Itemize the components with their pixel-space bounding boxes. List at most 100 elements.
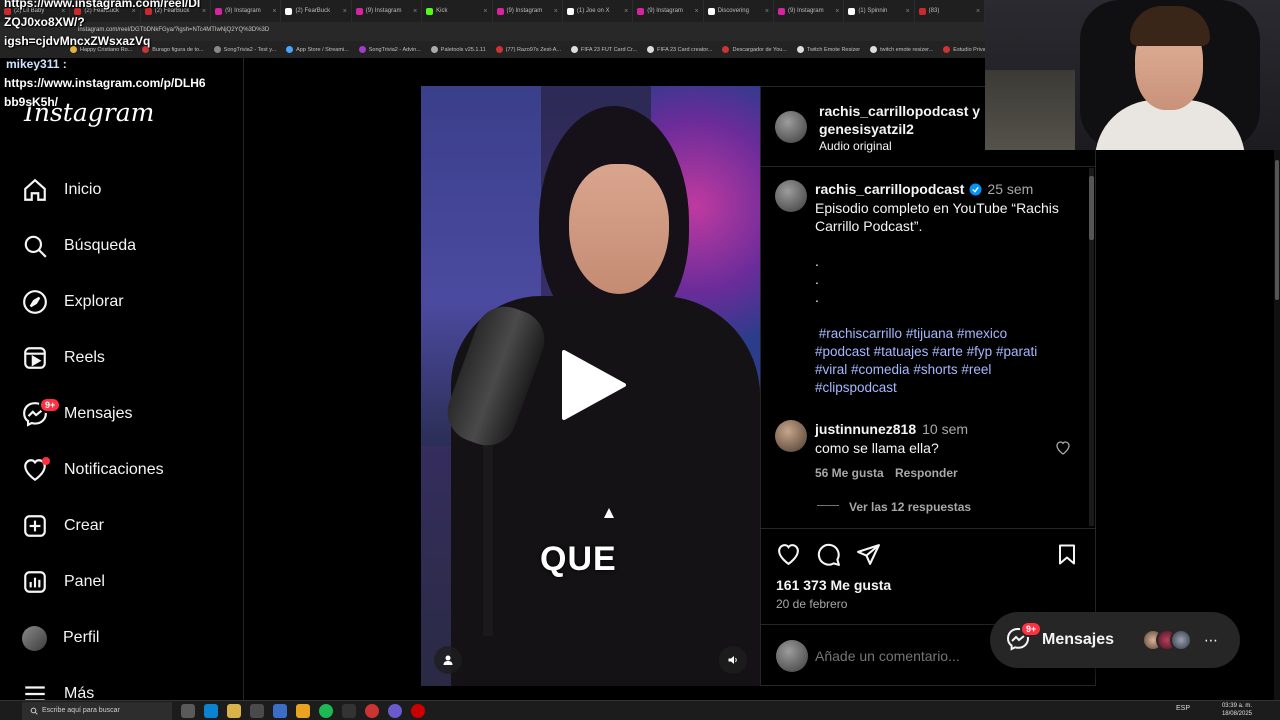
play-icon[interactable] bbox=[560, 350, 626, 420]
hashtag[interactable]: #rachiscarrillo bbox=[819, 326, 902, 341]
hashtag[interactable]: #tijuana bbox=[906, 326, 953, 341]
caption-author[interactable]: rachis_carrillopodcast bbox=[815, 181, 964, 197]
browser-tab[interactable]: (83) × bbox=[915, 0, 985, 22]
sidebar-item-mensajes[interactable]: 9+ Mensajes bbox=[22, 396, 222, 432]
task-view-icon[interactable] bbox=[181, 703, 195, 718]
author-avatar[interactable] bbox=[775, 180, 807, 212]
hashtag[interactable]: #parati bbox=[996, 344, 1037, 359]
hashtag[interactable]: #clipspodcast bbox=[815, 380, 897, 395]
browser-tab[interactable]: (9) Instagram × bbox=[211, 0, 282, 22]
bookmark[interactable]: FIFA 23 FUT Card Cr... bbox=[570, 46, 637, 53]
comment-like-icon[interactable] bbox=[1055, 440, 1071, 456]
commenter-avatar[interactable] bbox=[775, 420, 807, 452]
sidebar-item-label: Búsqueda bbox=[64, 237, 137, 254]
edge-icon[interactable] bbox=[204, 703, 218, 718]
bookmark[interactable]: Estudio Priva bbox=[943, 46, 985, 53]
bookmark[interactable]: SongTrivia2 - Test y... bbox=[213, 46, 276, 53]
tab-close-icon[interactable]: × bbox=[202, 8, 206, 15]
taskbar-search-text: Escribe aquí para buscar bbox=[42, 707, 120, 714]
bookmark[interactable]: Twitch Emote Resizer bbox=[796, 46, 860, 53]
browser-tab[interactable]: Kick × bbox=[422, 0, 493, 22]
browser-tab[interactable]: (1) Spinnin × bbox=[844, 0, 915, 22]
tab-close-icon[interactable]: × bbox=[413, 8, 417, 15]
mute-button[interactable] bbox=[719, 646, 747, 674]
taskbar-clock[interactable]: 03:39 a. m. 18/08/2025 bbox=[1222, 702, 1252, 718]
page-scrollbar-thumb[interactable] bbox=[1275, 160, 1279, 300]
app-icon[interactable] bbox=[342, 703, 356, 718]
bookmark[interactable]: Burago figura de to... bbox=[142, 46, 204, 53]
audio-label[interactable]: Audio original bbox=[819, 139, 892, 153]
comment-likes[interactable]: 56 Me gusta bbox=[815, 466, 884, 480]
post-header-users[interactable]: rachis_carrillopodcast y bbox=[819, 103, 980, 119]
hashtag[interactable]: #mexico bbox=[957, 326, 1007, 341]
sidebar-item-reels[interactable]: Reels bbox=[22, 340, 222, 376]
spotify-icon[interactable] bbox=[319, 703, 333, 718]
mail-icon[interactable] bbox=[273, 703, 287, 718]
reply-button[interactable]: Responder bbox=[895, 466, 958, 480]
browser-tab[interactable]: (9) Instagram × bbox=[352, 0, 423, 22]
tab-close-icon[interactable]: × bbox=[343, 8, 347, 15]
hashtag[interactable]: #shorts bbox=[913, 362, 957, 377]
share-icon[interactable] bbox=[856, 542, 881, 567]
store-icon[interactable] bbox=[250, 703, 264, 718]
hashtag[interactable]: #reel bbox=[961, 362, 991, 377]
tab-close-icon[interactable]: × bbox=[272, 8, 276, 15]
tab-close-icon[interactable]: × bbox=[624, 8, 628, 15]
taskbar-search[interactable]: Escribe aquí para buscar bbox=[22, 701, 172, 720]
browser-tab[interactable]: (9) Instagram × bbox=[493, 0, 563, 22]
tagged-users-button[interactable] bbox=[434, 646, 462, 674]
verified-icon bbox=[969, 183, 982, 195]
tab-close-icon[interactable]: × bbox=[906, 8, 910, 15]
bookmark[interactable]: (77) Razo97s Zest-A... bbox=[495, 46, 561, 53]
hashtag[interactable]: #arte bbox=[932, 344, 963, 359]
bookmark[interactable]: Paletools v25.1.11 bbox=[430, 46, 486, 53]
bookmark[interactable]: SongTrivia2 - Advin... bbox=[358, 46, 421, 53]
sidebar-item-perfil[interactable]: Perfil bbox=[22, 620, 222, 656]
save-icon[interactable] bbox=[1055, 542, 1079, 567]
comment-input[interactable] bbox=[815, 645, 1015, 667]
app-icon[interactable] bbox=[365, 703, 379, 718]
bookmark[interactable]: Descargador de You... bbox=[722, 46, 787, 53]
compass-icon bbox=[23, 290, 47, 314]
author-avatar[interactable] bbox=[775, 111, 807, 143]
sidebar-item-panel[interactable]: Panel bbox=[22, 564, 222, 600]
sidebar-item-explorar[interactable]: Explorar bbox=[22, 284, 222, 320]
bookmark[interactable]: App Store / Streami... bbox=[286, 46, 349, 53]
tab-close-icon[interactable]: × bbox=[765, 8, 769, 15]
browser-tab[interactable]: (2) FearBuck × bbox=[281, 0, 352, 22]
comments-scrollbar-thumb[interactable] bbox=[1089, 176, 1094, 240]
app-icon[interactable] bbox=[388, 703, 402, 718]
comment-icon[interactable] bbox=[816, 542, 841, 567]
taskbar-lang[interactable]: ESP bbox=[1176, 705, 1190, 712]
comment-author[interactable]: justinnunez818 bbox=[815, 421, 916, 437]
hashtag[interactable]: #fyp bbox=[967, 344, 993, 359]
hashtag[interactable]: #viral bbox=[815, 362, 847, 377]
tab-close-icon[interactable]: × bbox=[483, 8, 487, 15]
app-icon[interactable] bbox=[411, 703, 425, 718]
hashtag[interactable]: #comedia bbox=[851, 362, 910, 377]
messages-floating-button[interactable]: 9+ Mensajes ⋯ bbox=[990, 612, 1240, 668]
likes-count[interactable]: 161 373 Me gusta bbox=[776, 577, 891, 593]
sidebar-item-notificaciones[interactable]: Notificaciones bbox=[22, 452, 222, 488]
tab-close-icon[interactable]: × bbox=[695, 8, 699, 15]
hashtag[interactable]: #podcast bbox=[815, 344, 870, 359]
tab-close-icon[interactable]: × bbox=[835, 8, 839, 15]
bookmark[interactable]: FIFA 23 Card creator... bbox=[647, 46, 712, 53]
browser-tab[interactable]: (9) Instagram × bbox=[774, 0, 845, 22]
sidebar-item-busqueda[interactable]: Búsqueda bbox=[22, 228, 222, 264]
more-icon[interactable]: ⋯ bbox=[1204, 632, 1218, 649]
folder-icon[interactable] bbox=[227, 703, 241, 718]
sidebar-item-inicio[interactable]: Inicio bbox=[22, 172, 222, 208]
browser-tab[interactable]: (9) Instagram × bbox=[633, 0, 704, 22]
tab-close-icon[interactable]: × bbox=[554, 8, 558, 15]
hashtag[interactable]: #tatuajes bbox=[874, 344, 929, 359]
post-header-collaborator[interactable]: genesisyatzil2 bbox=[819, 121, 914, 137]
browser-tab[interactable]: (1) Joe on X × bbox=[563, 0, 634, 22]
browser-tab[interactable]: Discovering × bbox=[704, 0, 774, 22]
sidebar-item-crear[interactable]: Crear bbox=[22, 508, 222, 544]
bookmark[interactable]: twitch emote resizer... bbox=[870, 46, 933, 53]
tab-close-icon[interactable]: × bbox=[976, 8, 980, 15]
chrome-icon[interactable] bbox=[296, 703, 310, 718]
view-replies-button[interactable]: Ver las 12 respuestas bbox=[849, 500, 971, 514]
like-icon[interactable] bbox=[776, 542, 801, 567]
